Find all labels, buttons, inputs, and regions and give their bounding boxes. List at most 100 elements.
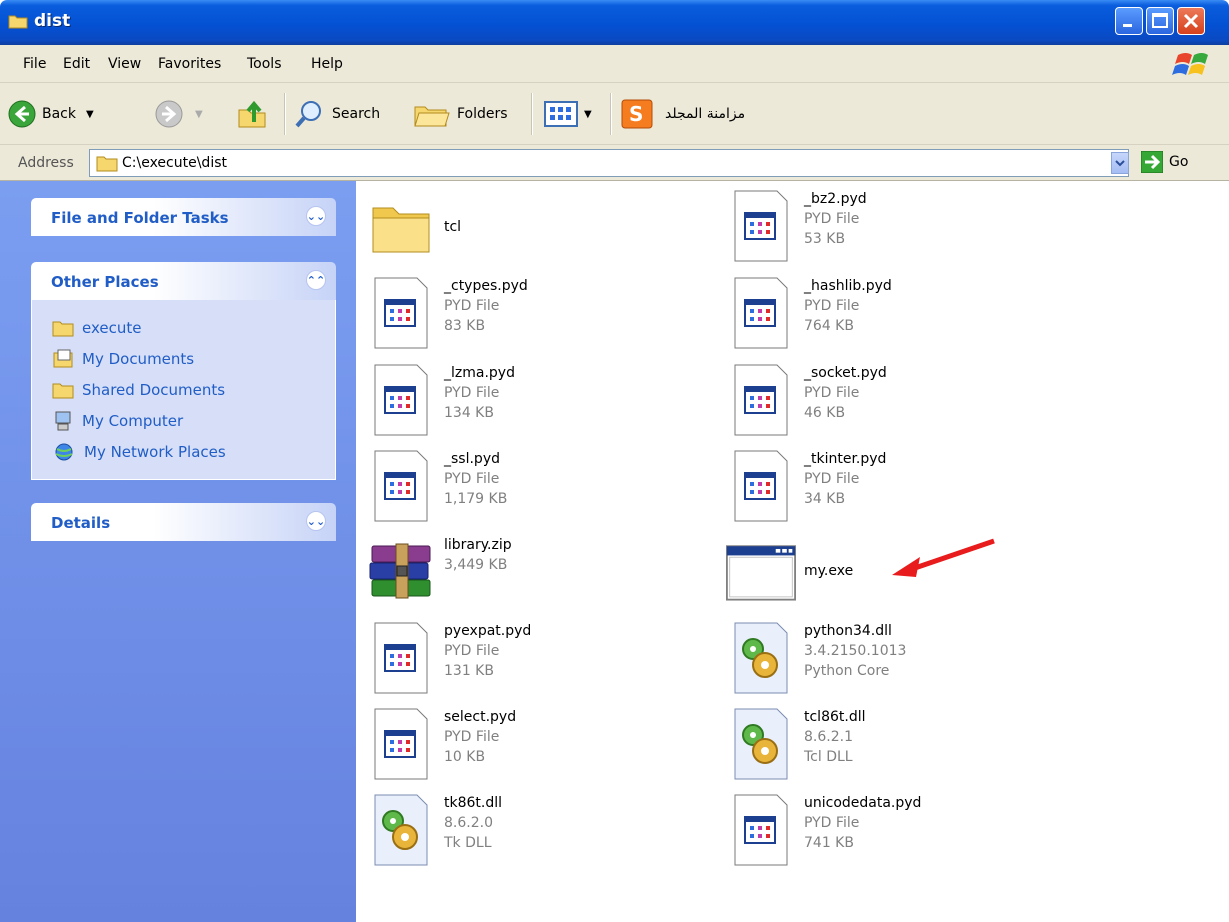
folders-icon bbox=[414, 106, 450, 127]
file-item[interactable]: unicodedata.pyd PYD File 741 KB bbox=[726, 791, 921, 869]
folder-sync-label: مزامنة المجلد bbox=[665, 106, 746, 122]
file-description: Python Core bbox=[804, 663, 890, 679]
file-name: _socket.pyd bbox=[804, 365, 887, 381]
pyd-file-icon bbox=[734, 794, 788, 866]
chevron-down-icon[interactable]: ▼ bbox=[584, 109, 592, 120]
pyd-file-icon bbox=[734, 190, 788, 262]
file-size: 3,449 KB bbox=[444, 557, 508, 573]
file-name: python34.dll bbox=[804, 623, 892, 639]
file-type: PYD File bbox=[444, 385, 500, 401]
file-type: PYD File bbox=[804, 298, 860, 314]
place-execute[interactable]: execute bbox=[52, 312, 335, 343]
file-name: tcl bbox=[444, 219, 462, 235]
menu-favorites[interactable]: Favorites bbox=[158, 56, 221, 72]
search-icon bbox=[295, 101, 321, 128]
details-header[interactable]: Details ⌄⌄ bbox=[31, 503, 336, 541]
place-label: My Documents bbox=[82, 349, 195, 368]
folder-icon bbox=[96, 156, 118, 172]
search-button[interactable]: Search bbox=[294, 83, 380, 145]
file-item[interactable]: _hashlib.pyd PYD File 764 KB bbox=[726, 274, 892, 352]
file-description: Tcl DLL bbox=[804, 749, 853, 765]
place-my-computer[interactable]: My Computer bbox=[52, 405, 335, 436]
menu-tools[interactable]: Tools bbox=[247, 56, 282, 72]
back-label: Back bbox=[42, 106, 76, 122]
file-item[interactable]: my.exe bbox=[726, 533, 853, 611]
place-label: execute bbox=[82, 318, 142, 337]
network-icon bbox=[55, 443, 73, 460]
file-type: PYD File bbox=[444, 643, 500, 659]
forward-button[interactable]: ▼ bbox=[155, 83, 203, 145]
folders-button[interactable]: Folders bbox=[413, 83, 508, 145]
file-folder-tasks-panel[interactable]: File and Folder Tasks ⌄⌄ bbox=[31, 198, 336, 236]
address-dropdown[interactable] bbox=[1111, 152, 1129, 174]
views-icon bbox=[544, 101, 578, 127]
file-size: 1,179 KB bbox=[444, 491, 508, 507]
pyd-file-icon bbox=[374, 622, 428, 694]
minimize-button[interactable] bbox=[1115, 7, 1143, 35]
file-size: 10 KB bbox=[444, 749, 486, 765]
folder-sync-button[interactable]: S مزامنة المجلد bbox=[621, 83, 745, 145]
menu-edit[interactable]: Edit bbox=[63, 56, 90, 72]
file-item[interactable]: tk86t.dll 8.6.2.0 Tk DLL bbox=[366, 791, 502, 869]
dll-gear-icon bbox=[734, 708, 788, 780]
file-item[interactable]: tcl86t.dll 8.6.2.1 Tcl DLL bbox=[726, 705, 866, 783]
other-places-header[interactable]: Other Places ⌃⌃ bbox=[31, 262, 336, 300]
file-name: pyexpat.pyd bbox=[444, 623, 532, 639]
menu-bar: File Edit View Favorites Tools Help bbox=[0, 45, 1229, 83]
folder-icon bbox=[52, 321, 74, 336]
file-name: library.zip bbox=[444, 537, 512, 553]
address-input[interactable]: C:\execute\dist bbox=[89, 149, 1129, 177]
file-item[interactable]: python34.dll 3.4.2150.1013 Python Core bbox=[726, 619, 906, 697]
menu-help[interactable]: Help bbox=[311, 56, 343, 72]
file-item[interactable]: _socket.pyd PYD File 46 KB bbox=[726, 361, 887, 439]
pyd-file-icon bbox=[374, 364, 428, 436]
dll-gear-icon bbox=[734, 622, 788, 694]
chevron-down-icon[interactable]: ▼ bbox=[86, 109, 94, 120]
menu-file[interactable]: File bbox=[23, 56, 46, 72]
file-type: PYD File bbox=[804, 471, 860, 487]
back-button[interactable]: Back ▼ bbox=[8, 83, 94, 145]
maximize-button[interactable] bbox=[1146, 7, 1174, 35]
details-panel[interactable]: Details ⌄⌄ bbox=[31, 503, 336, 541]
file-type: PYD File bbox=[444, 298, 500, 314]
views-button[interactable]: ▼ bbox=[544, 83, 592, 145]
place-my-network-places[interactable]: My Network Places bbox=[52, 436, 335, 467]
expand-icon[interactable]: ⌄⌄ bbox=[306, 511, 326, 531]
close-button[interactable] bbox=[1177, 7, 1205, 35]
file-version: 8.6.2.1 bbox=[804, 729, 853, 745]
file-item[interactable]: tcl bbox=[366, 187, 461, 265]
menu-view[interactable]: View bbox=[108, 56, 141, 72]
minimize-icon bbox=[1123, 24, 1132, 27]
file-item[interactable]: _tkinter.pyd PYD File 34 KB bbox=[726, 447, 886, 525]
title-bar[interactable]: dist bbox=[0, 0, 1229, 45]
file-item[interactable]: _ctypes.pyd PYD File 83 KB bbox=[366, 274, 528, 352]
file-name: tk86t.dll bbox=[444, 795, 503, 811]
collapse-icon[interactable]: ⌃⌃ bbox=[306, 270, 326, 290]
go-button[interactable]: Go bbox=[1141, 151, 1188, 173]
file-item[interactable]: library.zip 3,449 KB bbox=[366, 533, 512, 611]
file-item[interactable]: _bz2.pyd PYD File 53 KB bbox=[726, 187, 867, 265]
place-label: My Computer bbox=[82, 411, 184, 430]
other-places-list: execute My Documents Shared Documents My… bbox=[31, 300, 336, 480]
up-folder-button[interactable] bbox=[236, 83, 268, 145]
computer-icon bbox=[55, 411, 71, 430]
file-item[interactable]: _ssl.pyd PYD File 1,179 KB bbox=[366, 447, 507, 525]
panel-title: Other Places bbox=[51, 273, 159, 291]
task-pane: File and Folder Tasks ⌄⌄ Other Places ⌃⌃… bbox=[0, 181, 356, 922]
other-places-panel: Other Places ⌃⌃ execute My Documents Sha… bbox=[31, 262, 336, 480]
sync-app-icon: S bbox=[621, 99, 653, 129]
back-arrow-icon bbox=[8, 100, 36, 128]
file-item[interactable]: pyexpat.pyd PYD File 131 KB bbox=[366, 619, 531, 697]
file-name: select.pyd bbox=[444, 709, 517, 725]
file-folder-tasks-header[interactable]: File and Folder Tasks ⌄⌄ bbox=[31, 198, 336, 236]
expand-icon[interactable]: ⌄⌄ bbox=[306, 206, 326, 226]
windows-logo-icon bbox=[1172, 53, 1208, 75]
place-my-documents[interactable]: My Documents bbox=[52, 343, 335, 374]
file-item[interactable]: _lzma.pyd PYD File 134 KB bbox=[366, 361, 515, 439]
toolbar: Back ▼ ▼ Search Folders ▼ S مزامنة المجل… bbox=[0, 83, 1229, 145]
file-size: 741 KB bbox=[804, 835, 854, 851]
file-name: _lzma.pyd bbox=[444, 365, 515, 381]
chevron-down-icon[interactable]: ▼ bbox=[195, 109, 203, 120]
file-item[interactable]: select.pyd PYD File 10 KB bbox=[366, 705, 516, 783]
place-shared-documents[interactable]: Shared Documents bbox=[52, 374, 335, 405]
